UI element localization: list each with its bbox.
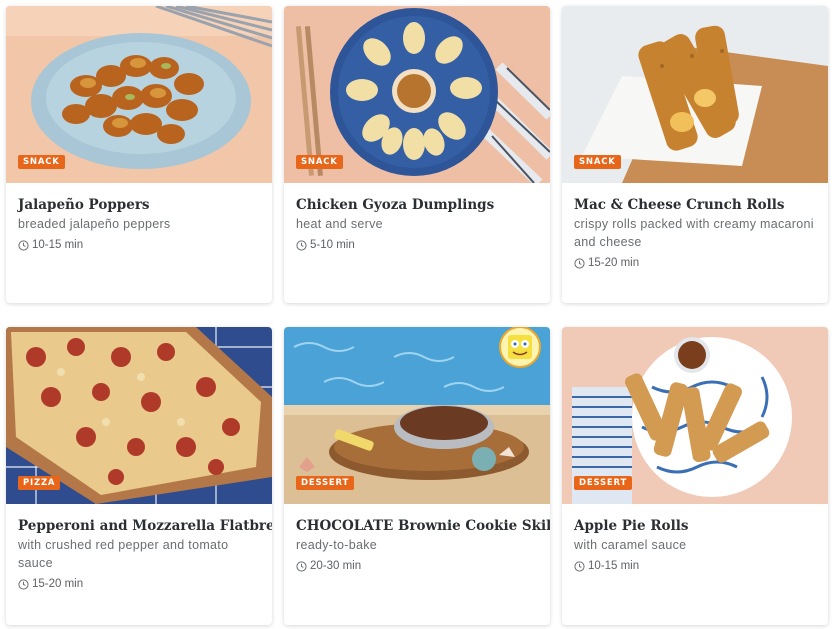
brownie-skillet-photo[interactable]: DESSERT [284, 327, 550, 504]
category-badge: SNACK [296, 155, 343, 169]
clock-icon [296, 560, 307, 572]
category-badge: DESSERT [574, 476, 633, 490]
category-badge: PIZZA [18, 476, 61, 490]
mac-cheese-rolls-photo[interactable]: SNACK [562, 6, 828, 183]
product-card-apple-pie-rolls[interactable]: DESSERT Apple Pie Rolls with caramel sau… [562, 327, 828, 625]
product-card-gyoza-dumplings[interactable]: SNACK Chicken Gyoza Dumplings heat and s… [284, 6, 550, 303]
product-grid: SNACK Jalapeño Poppers breaded jalapeño … [0, 0, 832, 629]
product-title[interactable]: Pepperoni and Mozzarella Flatbread [18, 518, 272, 535]
gyoza-dumplings-photo[interactable]: SNACK [284, 6, 550, 183]
product-description: ready-to-bake [296, 538, 378, 552]
apple-pie-rolls-photo[interactable]: DESSERT [562, 327, 828, 504]
product-card-flatbread[interactable]: PIZZA Pepperoni and Mozzarella Flatbread… [6, 327, 272, 625]
product-description: with caramel sauce [574, 538, 687, 552]
product-description: breaded jalapeño peppers [18, 217, 171, 231]
product-title[interactable]: Chicken Gyoza Dumplings [296, 197, 538, 214]
product-description: crispy rolls packed with creamy macaroni… [574, 217, 814, 249]
product-card-brownie-skillet[interactable]: DESSERT CHOCOLATE Brownie Cookie Skillet… [284, 327, 550, 625]
prep-time-value: 15-20 min [32, 578, 84, 590]
prep-time-value: 20-30 min [310, 560, 362, 572]
product-title[interactable]: Mac & Cheese Crunch Rolls [574, 197, 816, 214]
jalapeno-poppers-photo[interactable]: SNACK [6, 6, 272, 183]
clock-icon [18, 239, 29, 251]
prep-time-value: 10-15 min [32, 239, 84, 251]
category-badge: DESSERT [296, 476, 355, 490]
clock-icon [574, 257, 585, 269]
flatbread-photo[interactable]: PIZZA [6, 327, 272, 504]
product-title[interactable]: Apple Pie Rolls [574, 518, 816, 535]
prep-time: 10-15 min [18, 239, 260, 251]
clock-icon [18, 578, 29, 590]
product-description: with crushed red pepper and tomato sauce [18, 538, 229, 570]
product-title[interactable]: CHOCOLATE Brownie Cookie Skillet [296, 518, 550, 535]
category-badge: SNACK [18, 155, 65, 169]
product-card-mac-cheese-rolls[interactable]: SNACK Mac & Cheese Crunch Rolls crispy r… [562, 6, 828, 303]
prep-time-value: 5-10 min [310, 239, 355, 251]
spongebob-badge-icon [499, 327, 541, 368]
clock-icon [296, 239, 307, 251]
category-badge: SNACK [574, 155, 621, 169]
prep-time-value: 10-15 min [588, 560, 640, 572]
prep-time: 20-30 min [296, 560, 538, 572]
product-description: heat and serve [296, 217, 383, 231]
prep-time: 15-20 min [574, 257, 816, 269]
product-card-jalapeno-poppers[interactable]: SNACK Jalapeño Poppers breaded jalapeño … [6, 6, 272, 303]
prep-time-value: 15-20 min [588, 257, 640, 269]
prep-time: 10-15 min [574, 560, 816, 572]
prep-time: 15-20 min [18, 578, 260, 590]
product-title[interactable]: Jalapeño Poppers [18, 197, 260, 214]
clock-icon [574, 560, 585, 572]
prep-time: 5-10 min [296, 239, 538, 251]
